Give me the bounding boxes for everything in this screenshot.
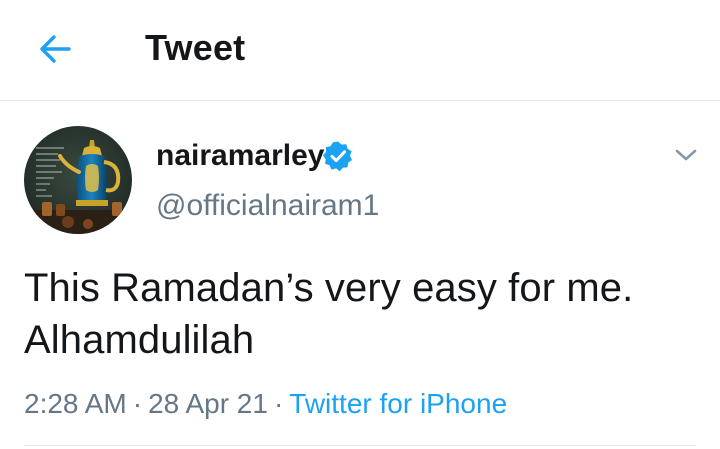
meta-separator: · <box>132 388 143 419</box>
tweet-menu-button[interactable] <box>668 140 704 170</box>
tweet-time: 2:28 AM <box>24 388 127 419</box>
tweet-text-line: This Ramadan’s very easy for me. <box>24 266 634 310</box>
tweet-text: This Ramadan’s very easy for me. Alhamdu… <box>24 262 704 366</box>
back-button[interactable] <box>32 26 78 72</box>
header-bar: Tweet <box>0 0 720 101</box>
arrow-left-icon <box>40 35 71 63</box>
tweet-detail-screen: Tweet nairamarley @officialnairam1 This … <box>0 0 720 449</box>
page-title: Tweet <box>145 27 246 68</box>
divider <box>24 445 696 446</box>
author-display-name[interactable]: nairamarley <box>156 136 324 176</box>
tweet-date: 28 Apr 21 <box>148 388 268 419</box>
author-handle[interactable]: @officialnairam1 <box>156 186 379 226</box>
tweet-meta: 2:28 AM · 28 Apr 21 · Twitter for iPhone <box>24 384 507 424</box>
tweet-source-link[interactable]: Twitter for iPhone <box>289 388 507 419</box>
tweet-text-line: Alhamdulilah <box>24 318 255 362</box>
meta-separator: · <box>273 388 284 419</box>
chevron-down-icon <box>675 149 697 161</box>
avatar-teapot-image <box>24 126 132 234</box>
verified-badge-icon <box>323 141 352 172</box>
avatar[interactable] <box>24 126 132 234</box>
